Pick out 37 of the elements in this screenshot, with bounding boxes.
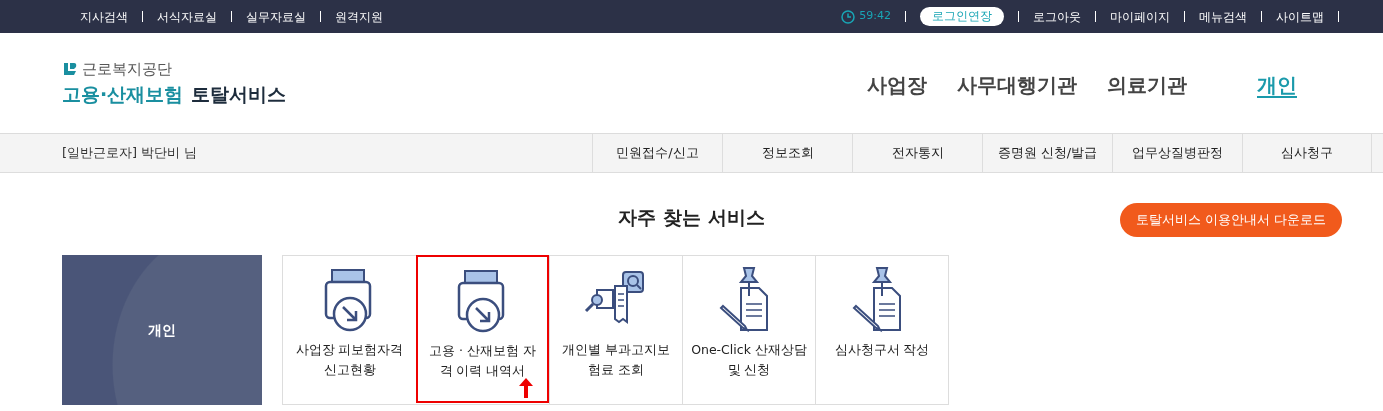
section-title: 자주 찾는 서비스: [618, 205, 765, 230]
menu-item[interactable]: 증명원 신청/발급: [982, 134, 1112, 172]
pointer-arrow-icon: [519, 378, 533, 398]
service-title-accent: 고용·산재보험: [62, 82, 184, 107]
service-label: 사업장 피보험자격 신고현황: [294, 341, 405, 379]
main-nav-tab[interactable]: 사무대행기관: [957, 70, 1077, 100]
top-link[interactable]: 원격지원: [335, 7, 383, 26]
session-timer: 59:42: [859, 8, 891, 25]
service-tile[interactable]: 심사청구서 작성: [815, 256, 948, 404]
service-tile[interactable]: 개인별 부과고지보험료 조회: [549, 256, 682, 404]
service-label: 고용 · 산재보험 자격 이력 내역서: [428, 342, 537, 380]
menu-item[interactable]: 업무상질병판정: [1112, 134, 1242, 172]
clock-icon: [841, 9, 856, 24]
service-tile[interactable]: 사업장 피보험자격 신고현황: [283, 256, 416, 404]
menu-item[interactable]: 심사청구: [1242, 134, 1372, 172]
top-link[interactable]: 사이트맵: [1276, 7, 1324, 26]
top-link[interactable]: 실무자료실: [246, 7, 306, 26]
service-title: 토탈서비스: [191, 82, 287, 107]
service-tile[interactable]: One-Click 산재상담 및 신청: [682, 256, 815, 404]
menu-item[interactable]: 전자통지: [852, 134, 982, 172]
user-name: [일반근로자] 박단비 님: [62, 144, 199, 163]
top-link[interactable]: 메뉴검색: [1199, 7, 1247, 26]
main-nav-tab[interactable]: 사업장: [867, 70, 927, 100]
service-label: 심사청구서 작성: [833, 341, 931, 359]
top-link[interactable]: 마이페이지: [1110, 7, 1170, 26]
logo-icon: [62, 60, 78, 77]
category-label: 개인: [148, 320, 176, 340]
top-link[interactable]: 서식자료실: [157, 7, 217, 26]
top-link[interactable]: 지사검색: [80, 7, 128, 26]
service-label: 개인별 부과고지보험료 조회: [561, 341, 671, 379]
menu-item[interactable]: 정보조회: [722, 134, 852, 172]
top-link[interactable]: 로그아웃: [1033, 7, 1081, 26]
service-tile[interactable]: 고용 · 산재보험 자격 이력 내역서: [416, 255, 549, 403]
service-label: One-Click 산재상담 및 신청: [690, 341, 808, 379]
menu-item[interactable]: 민원접수/신고: [592, 134, 722, 172]
main-nav-tab[interactable]: 의료기관: [1107, 70, 1187, 100]
org-name: 근로복지공단: [82, 58, 172, 80]
